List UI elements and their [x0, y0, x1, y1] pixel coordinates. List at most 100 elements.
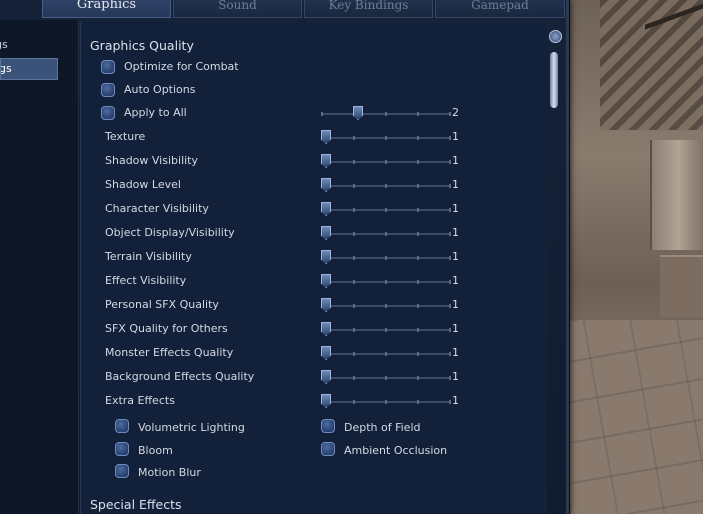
game-scene-floor	[570, 320, 703, 514]
slider-handle[interactable]	[321, 322, 331, 336]
setting-value: 1	[452, 130, 459, 143]
settings-panel: Graphics Quality Optimize for Combat Aut…	[80, 22, 547, 514]
setting-label: Texture	[105, 130, 146, 143]
bloom-label: Bloom	[138, 444, 173, 457]
sidebar-item-graphics-settings[interactable]: ings	[0, 58, 58, 80]
setting-label: Effect Visibility	[105, 274, 187, 287]
setting-slider[interactable]	[321, 274, 451, 288]
slider-tick	[417, 256, 419, 260]
slider-tick	[449, 328, 451, 332]
setting-value: 1	[452, 226, 459, 239]
volumetric-lighting-checkbox[interactable]	[115, 419, 129, 433]
slider-tick	[385, 352, 387, 356]
setting-row: Terrain Visibility 1	[81, 247, 547, 267]
bloom-checkbox[interactable]	[115, 442, 129, 456]
optimize-for-combat-label: Optimize for Combat	[124, 60, 239, 73]
apply-to-all-value: 2	[452, 106, 459, 119]
setting-value: 1	[452, 298, 459, 311]
tab-gamepad[interactable]: Gamepad	[435, 0, 565, 18]
slider-tick	[385, 232, 387, 236]
ambient-occlusion-checkbox[interactable]	[321, 442, 335, 456]
slider-handle[interactable]	[321, 274, 331, 288]
slider-tick	[353, 136, 355, 140]
ambient-occlusion-label: Ambient Occlusion	[344, 444, 448, 457]
slider-handle[interactable]	[321, 394, 331, 408]
setting-value: 1	[452, 322, 459, 335]
slider-handle[interactable]	[321, 250, 331, 264]
setting-row: Background Effects Quality 1	[81, 367, 547, 387]
slider-tick	[417, 280, 419, 284]
slider-tick	[449, 400, 451, 404]
slider-handle[interactable]	[321, 370, 331, 384]
setting-slider[interactable]	[321, 322, 451, 336]
slider-tick	[385, 400, 387, 404]
setting-slider[interactable]	[321, 394, 451, 408]
setting-row: Extra Effects 1	[81, 391, 547, 411]
setting-slider[interactable]	[321, 130, 451, 144]
graphics-quality-heading: Graphics Quality	[90, 38, 194, 53]
category-sidebar: ngs ings	[0, 20, 79, 514]
motion-blur-checkbox[interactable]	[115, 464, 129, 478]
slider-handle[interactable]	[321, 178, 331, 192]
slider-tick	[385, 376, 387, 380]
slider-handle[interactable]	[321, 298, 331, 312]
slider-tick	[449, 256, 451, 260]
setting-slider[interactable]	[321, 202, 451, 216]
setting-row: Effect Visibility 1	[81, 271, 547, 291]
slider-tick	[449, 208, 451, 212]
slider-tick	[385, 304, 387, 308]
optimize-for-combat-checkbox[interactable]	[101, 60, 115, 74]
slider-handle[interactable]	[321, 202, 331, 216]
apply-to-all-row: Apply to All 2	[81, 103, 547, 123]
special-effects-heading: Special Effects	[90, 497, 182, 512]
slider-tick	[417, 208, 419, 212]
slider-tick	[385, 208, 387, 212]
scroll-up-button[interactable]	[549, 30, 562, 43]
slider-tick	[449, 376, 451, 380]
setting-slider[interactable]	[321, 346, 451, 360]
slider-handle[interactable]	[353, 106, 363, 120]
setting-slider[interactable]	[321, 178, 451, 192]
setting-label: Shadow Visibility	[105, 154, 199, 167]
slider-tick	[417, 352, 419, 356]
setting-value: 1	[452, 178, 459, 191]
slider-handle[interactable]	[321, 226, 331, 240]
slider-tick	[417, 160, 419, 164]
setting-slider[interactable]	[321, 298, 451, 312]
setting-row: Shadow Level 1	[81, 175, 547, 195]
apply-to-all-slider[interactable]	[321, 106, 451, 120]
setting-row: Texture 1	[81, 127, 547, 147]
setting-value: 1	[452, 346, 459, 359]
setting-row: Object Display/Visibility 1	[81, 223, 547, 243]
slider-tick	[417, 304, 419, 308]
slider-tick	[353, 160, 355, 164]
slider-handle[interactable]	[321, 154, 331, 168]
setting-slider[interactable]	[321, 154, 451, 168]
setting-value: 1	[452, 274, 459, 287]
slider-tick	[449, 160, 451, 164]
tab-sound[interactable]: Sound	[173, 0, 302, 18]
setting-row: Character Visibility 1	[81, 199, 547, 219]
slider-tick	[353, 400, 355, 404]
slider-handle[interactable]	[321, 130, 331, 144]
tab-graphics[interactable]: Graphics	[42, 0, 171, 18]
setting-value: 1	[452, 154, 459, 167]
auto-options-checkbox[interactable]	[101, 83, 115, 97]
slider-tick	[385, 280, 387, 284]
setting-label: SFX Quality for Others	[105, 322, 228, 335]
tab-key-bindings[interactable]: Key Bindings	[304, 0, 433, 18]
auto-options-label: Auto Options	[124, 83, 196, 96]
slider-tick	[417, 328, 419, 332]
setting-slider[interactable]	[321, 370, 451, 384]
slider-handle[interactable]	[321, 346, 331, 360]
slider-tick	[385, 184, 387, 188]
sidebar-item-settings[interactable]: ngs	[0, 35, 56, 55]
setting-slider[interactable]	[321, 250, 451, 264]
setting-slider[interactable]	[321, 226, 451, 240]
setting-label: Character Visibility	[105, 202, 209, 215]
slider-tick	[353, 376, 355, 380]
depth-of-field-checkbox[interactable]	[321, 419, 335, 433]
apply-to-all-checkbox[interactable]	[101, 106, 115, 120]
scrollbar-thumb[interactable]	[550, 52, 558, 108]
slider-tick	[449, 184, 451, 188]
